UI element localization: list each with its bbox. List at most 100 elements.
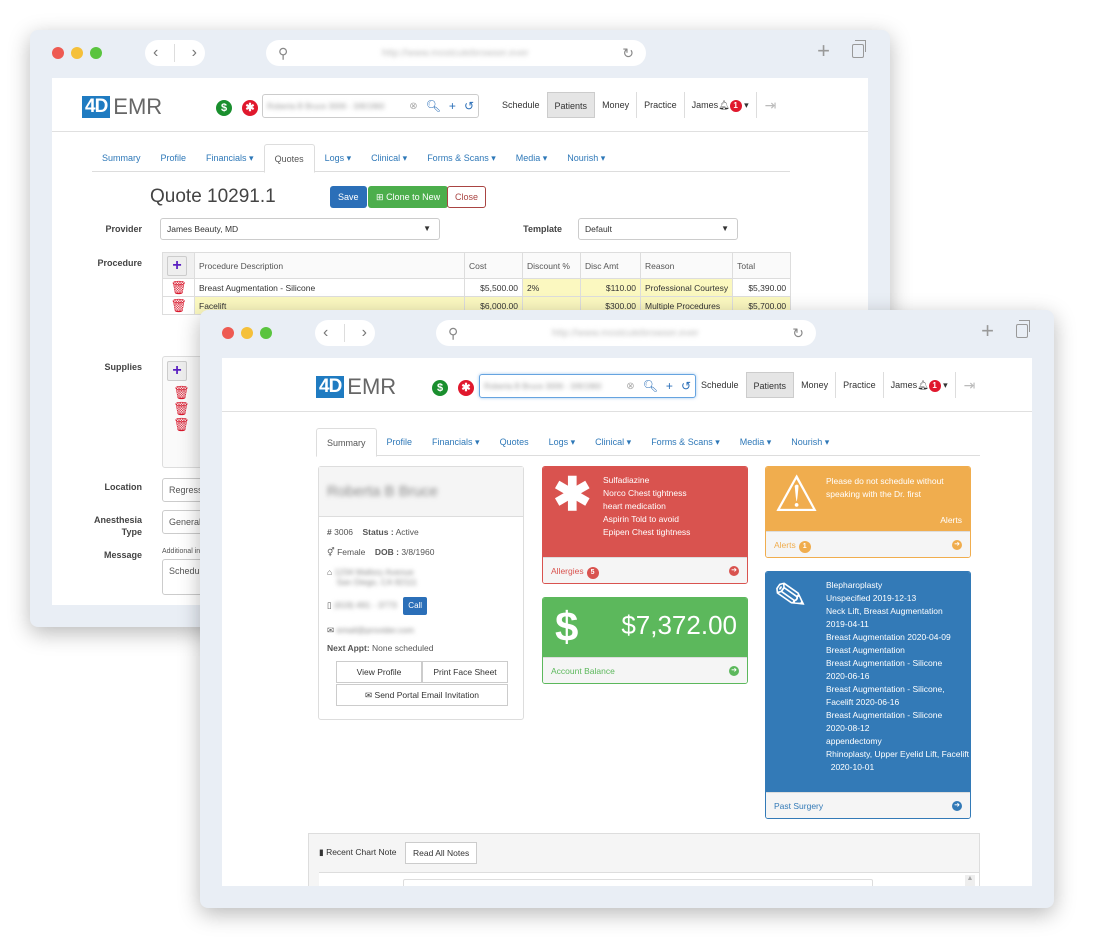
tab-summary[interactable]: Summary xyxy=(92,144,151,171)
tab-media[interactable]: Media ▾ xyxy=(506,144,558,171)
call-button[interactable]: Call xyxy=(403,597,428,615)
logout-icon[interactable]: ⇥ xyxy=(765,97,777,114)
nav-patients[interactable]: Patients xyxy=(546,92,596,118)
col-disc-amt[interactable]: Disc Amt xyxy=(580,252,641,279)
new-tab-icon[interactable]: + xyxy=(981,320,994,342)
tab-forms-scans[interactable]: Forms & Scans ▾ xyxy=(641,428,730,455)
search-icon[interactable]: 🔍︎ xyxy=(643,379,658,393)
row-description[interactable]: Breast Augmentation - Silicone xyxy=(194,278,465,297)
address-bar[interactable]: ⚲ http://www.mostcutebrowser.ever ↻ xyxy=(436,320,816,346)
close-window-button[interactable] xyxy=(222,327,234,339)
patient-search-input[interactable]: Roberta B Bruce 3006 - 3/8/1960 ⊗ 🔍︎ + ↺ xyxy=(262,94,479,118)
money-icon[interactable]: $ xyxy=(432,380,448,396)
reload-icon[interactable]: ↻ xyxy=(792,325,804,342)
maximize-window-button[interactable] xyxy=(260,327,272,339)
patient-search-input[interactable]: Roberta B Bruce 3006 - 3/8/1960 ⊗ 🔍︎ + ↺ xyxy=(479,374,696,398)
tab-nourish[interactable]: Nourish ▾ xyxy=(781,428,839,455)
back-button[interactable]: ‹ xyxy=(323,324,328,342)
clone-to-new-button[interactable]: ⊞ Clone to New xyxy=(368,186,449,208)
user-menu[interactable]: James🔔︎ 1 ▾ xyxy=(884,372,956,398)
tab-quotes[interactable]: Quotes xyxy=(490,428,539,455)
col-cost[interactable]: Cost xyxy=(464,252,523,279)
row-reason[interactable]: Professional Courtesy xyxy=(639,278,734,297)
col-discount-pct[interactable]: Discount % xyxy=(522,252,581,279)
trash-icon[interactable]: 🗑︎ xyxy=(173,385,190,401)
tab-forms-scans[interactable]: Forms & Scans ▾ xyxy=(417,144,506,171)
past-surgery-footer[interactable]: Past Surgery ➜ xyxy=(766,792,970,818)
clear-icon[interactable]: ⊗ xyxy=(626,381,634,392)
row-cost[interactable]: $5,500.00 xyxy=(464,278,523,297)
nav-patients[interactable]: Patients xyxy=(745,372,795,398)
logout-icon[interactable]: ⇥ xyxy=(964,377,976,394)
forward-button[interactable]: › xyxy=(362,324,367,342)
tab-financials[interactable]: Financials ▾ xyxy=(422,428,490,455)
new-tab-icon[interactable]: + xyxy=(817,40,830,62)
url-text[interactable]: http://www.mostcutebrowser.ever xyxy=(458,328,792,339)
tab-clinical[interactable]: Clinical ▾ xyxy=(361,144,417,171)
add-procedure-button[interactable]: + xyxy=(167,255,187,276)
money-icon[interactable]: $ xyxy=(216,100,232,116)
alerts-footer[interactable]: Alerts 1 ➜ xyxy=(766,531,970,557)
maximize-window-button[interactable] xyxy=(90,47,102,59)
col-reason[interactable]: Reason xyxy=(639,252,734,279)
save-button[interactable]: Save xyxy=(330,186,367,208)
chart-note-field[interactable] xyxy=(403,879,873,886)
trash-icon[interactable]: 🗑︎ xyxy=(170,280,187,295)
clear-icon[interactable]: ⊗ xyxy=(409,101,417,112)
send-portal-email-button[interactable]: ✉ Send Portal Email Invitation xyxy=(336,684,508,706)
tab-logs[interactable]: Logs ▾ xyxy=(539,428,586,455)
forward-button[interactable]: › xyxy=(192,44,197,62)
history-icon[interactable]: ↺ xyxy=(681,379,691,393)
col-total[interactable]: Total xyxy=(732,252,792,279)
tabs-overview-icon[interactable] xyxy=(852,40,866,58)
tab-financials[interactable]: Financials ▾ xyxy=(196,144,264,171)
arrow-right-icon[interactable]: ➜ xyxy=(729,666,739,676)
tab-nourish[interactable]: Nourish ▾ xyxy=(557,144,615,171)
email-value[interactable]: email@provider.com xyxy=(337,625,415,635)
tab-profile[interactable]: Profile xyxy=(377,428,423,455)
add-patient-icon[interactable]: + xyxy=(666,379,673,393)
arrow-right-icon[interactable]: ➜ xyxy=(952,801,962,811)
minimize-window-button[interactable] xyxy=(241,327,253,339)
arrow-right-icon[interactable]: ➜ xyxy=(729,566,739,576)
balance-footer[interactable]: Account Balance ➜ xyxy=(543,657,747,683)
close-button[interactable]: Close xyxy=(447,186,487,208)
search-icon[interactable]: 🔍︎ xyxy=(426,99,441,113)
tab-clinical[interactable]: Clinical ▾ xyxy=(585,428,641,455)
app-logo[interactable]: 4D EMR xyxy=(82,96,162,118)
nav-money[interactable]: Money xyxy=(794,372,837,398)
add-supply-button[interactable]: + xyxy=(167,361,187,381)
allergies-footer[interactable]: Allergies 5 ➜ xyxy=(543,557,747,583)
provider-select[interactable]: James Beauty, MD ▼ xyxy=(160,218,440,240)
close-window-button[interactable] xyxy=(52,47,64,59)
row-disc-amt[interactable]: $110.00 xyxy=(580,278,641,297)
nav-practice[interactable]: Practice xyxy=(836,372,884,398)
tab-media[interactable]: Media ▾ xyxy=(730,428,782,455)
tab-summary[interactable]: Summary xyxy=(316,428,377,457)
arrow-right-icon[interactable]: ➜ xyxy=(952,540,962,550)
url-text[interactable]: http://www.mostcutebrowser.ever xyxy=(288,48,622,59)
tabs-overview-icon[interactable] xyxy=(1016,320,1030,338)
col-description[interactable]: Procedure Description xyxy=(194,252,465,279)
scrollbar-up-icon[interactable]: ▲ xyxy=(965,875,975,886)
history-icon[interactable]: ↺ xyxy=(464,99,474,113)
tab-quotes[interactable]: Quotes xyxy=(263,144,315,173)
tab-logs[interactable]: Logs ▾ xyxy=(315,144,362,171)
nav-schedule[interactable]: Schedule xyxy=(694,372,746,398)
back-button[interactable]: ‹ xyxy=(153,44,158,62)
reload-icon[interactable]: ↻ xyxy=(622,45,634,62)
medical-alert-icon[interactable]: ✱ xyxy=(458,380,474,396)
medical-alert-icon[interactable]: ✱ xyxy=(242,100,258,116)
view-profile-button[interactable]: View Profile xyxy=(336,661,422,683)
add-patient-icon[interactable]: + xyxy=(449,99,456,113)
app-logo[interactable]: 4D EMR xyxy=(316,376,396,398)
minimize-window-button[interactable] xyxy=(71,47,83,59)
address-bar[interactable]: ⚲ http://www.mostcutebrowser.ever ↻ xyxy=(266,40,646,66)
nav-practice[interactable]: Practice xyxy=(637,92,685,118)
trash-icon[interactable]: 🗑︎ xyxy=(170,298,187,313)
user-menu[interactable]: James🔔︎ 1 ▾ xyxy=(685,92,757,118)
row-discount-pct[interactable]: 2% xyxy=(522,278,581,297)
nav-schedule[interactable]: Schedule xyxy=(495,92,547,118)
nav-money[interactable]: Money xyxy=(595,92,638,118)
trash-icon[interactable]: 🗑︎ xyxy=(173,401,190,417)
